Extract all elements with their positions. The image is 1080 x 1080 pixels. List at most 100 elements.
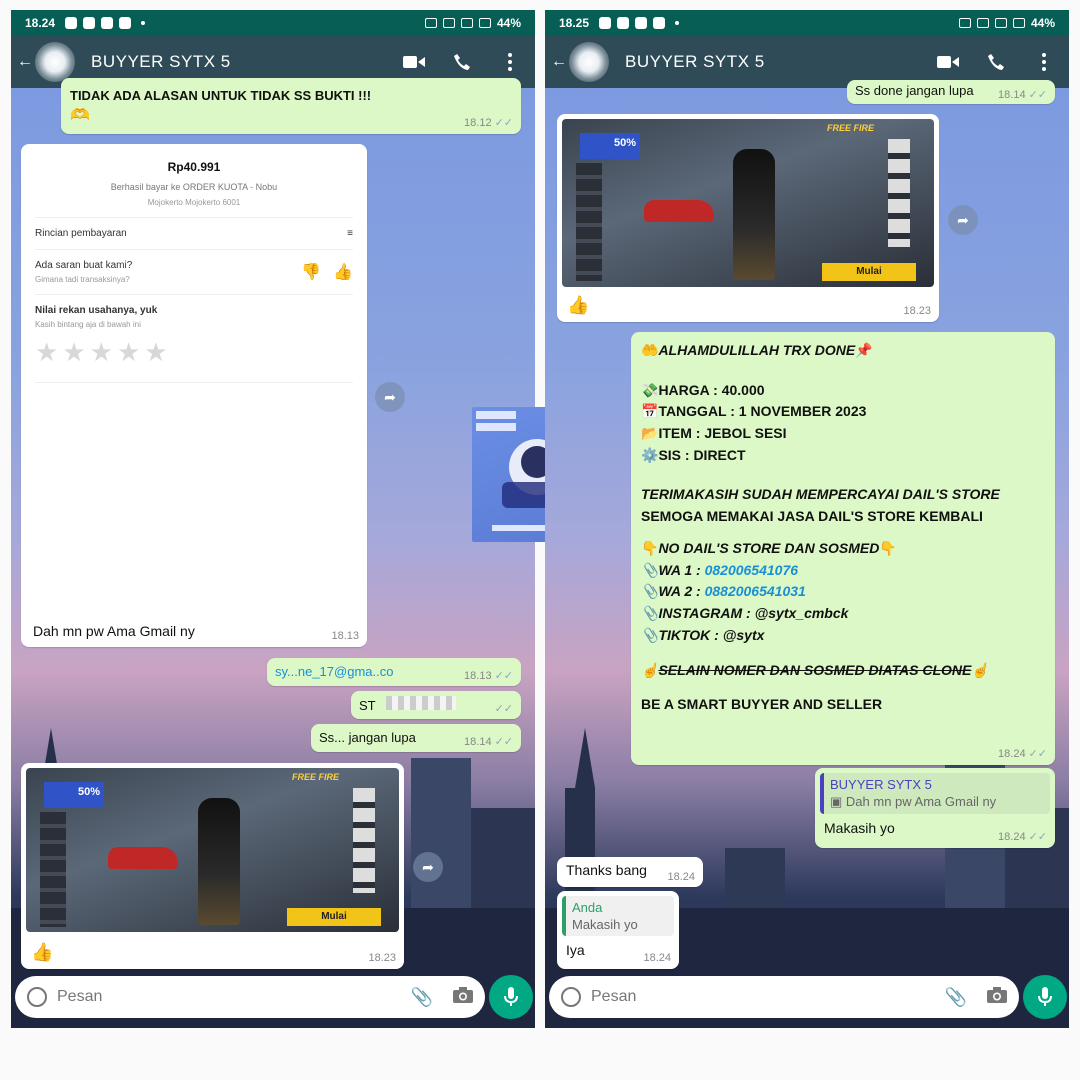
mic-button[interactable] [489,975,533,1019]
left-chat-screen: 18.24 44% ← BUYYER SYTX 5 TIDAK ADA ALAS… [11,10,535,1028]
incoming-image-message[interactable]: 50% FREE FIRE Mulai 👍 18.23 [21,763,404,969]
outgoing-message[interactable]: sy...ne_17@gma..co 18.13 ✓✓ [267,658,521,686]
star-rating: ★ ★ ★ ★ ★ [35,337,353,368]
incoming-message[interactable]: Thanks bang 18.24 [557,857,703,887]
quoted-text: Makasih yo [572,917,638,932]
thumbs-down-icon: 👎 [301,264,322,281]
bullet-icon: 📎 [641,561,659,578]
thumbs-up-emoji: 👍 [31,942,54,962]
message-time: 18.12 ✓✓ [464,117,513,129]
message-input[interactable]: Pesan 📎 [15,976,485,1018]
cast-icon [442,18,455,28]
gear-icon: ⚙️ [641,446,659,463]
receipt-subtitle: Mojokerto Mojokerto 6001 [147,198,241,207]
attach-icon[interactable]: 📎 [945,987,967,1008]
message-input[interactable]: Pesan 📎 [549,976,1019,1018]
game-start-button: Mulai [287,908,381,926]
outgoing-reply-message[interactable]: BUYYER SYTX 5 ▣ Dah mn pw Ama Gmail ny M… [815,768,1055,848]
star-icon: ★ [89,337,113,367]
menu-kebab-icon[interactable] [499,51,521,73]
incoming-reply-message[interactable]: Anda Makasih yo Iya 18.24 [557,891,679,969]
camera-icon[interactable] [987,986,1007,1008]
message-time: 18.23 [903,305,931,317]
message-time: 18.24 [643,952,671,964]
feedback-title: Ada saran buat kami? [35,260,133,271]
cast-icon [976,18,989,28]
outgoing-message-redacted[interactable]: ST ✓✓ [351,691,521,719]
notification-icon [599,17,612,29]
promo-badge: 50% [580,133,640,159]
game-screenshot[interactable]: 50% FREE FIRE Mulai [26,768,399,932]
receipt-amount: Rp40.991 [167,160,221,174]
contact-avatar[interactable] [567,40,611,84]
read-receipt-icon: ✓✓ [1028,89,1047,101]
wa2-link[interactable]: 0882006541031 [705,583,806,599]
status-bar: 18.25 44% [545,10,1069,36]
star-icon: ★ [62,337,86,367]
read-receipt-icon: ✓✓ [494,117,513,129]
quoted-author: Anda [572,900,603,915]
point-up-icon: ☝️ [971,662,989,679]
tiktok-handle: TIKTOK : @sytx [658,626,765,643]
closing-line: BE A SMART BUYYER AND SELLER [641,695,883,712]
image-caption: Dah mn pw Ama Gmail ny [33,623,195,639]
read-receipt-icon: ✓✓ [494,703,513,715]
mic-icon [1038,987,1052,1006]
incoming-image-message[interactable]: 50% FREE FIRE Mulai 👍 18.23 [557,114,939,322]
receipt-system: SIS : DIRECT [658,446,746,463]
message-time: 18.24 [998,748,1026,760]
status-bar: 18.24 44% [11,10,535,36]
emoji-icon[interactable] [561,987,581,1007]
forward-icon[interactable]: ➦ [948,205,978,235]
rate-title: Nilai rekan usahanya, yuk [35,305,158,316]
quoted-text: Dah mn pw Ama Gmail ny [845,794,997,809]
message-time: 18.13 [331,630,359,642]
game-screenshot[interactable]: 50% FREE FIRE Mulai [562,119,934,287]
more-notifications-dot [675,21,680,25]
video-call-icon[interactable] [403,51,425,73]
calendar-icon: 📅 [641,403,659,420]
voice-call-icon[interactable] [985,51,1007,73]
mic-button[interactable] [1023,975,1067,1019]
back-arrow-icon[interactable]: ← [17,53,33,71]
wa1-link[interactable]: 082006541076 [705,562,798,578]
video-call-icon[interactable] [937,51,959,73]
camera-icon[interactable] [453,986,473,1008]
receipt-date: TANGGAL : 1 NOVEMBER 2023 [658,403,867,420]
emoji-icon[interactable] [27,987,47,1007]
read-receipt-icon: ✓✓ [494,736,513,748]
right-chat-screen: 18.25 44% ← BUYYER SYTX 5 Ss done jangan… [545,10,1069,1028]
status-time: 18.24 [25,16,56,30]
notification-icon [617,17,630,29]
outgoing-message[interactable]: Ss... jangan lupa 18.14 ✓✓ [311,724,521,752]
message-time: 18.14 [464,736,492,748]
attach-icon[interactable]: 📎 [411,987,433,1008]
hotspot-icon [994,18,1007,28]
back-arrow-icon[interactable]: ← [551,53,567,71]
forward-icon[interactable]: ➦ [413,852,443,882]
contact-name[interactable]: BUYYER SYTX 5 [91,52,231,72]
outgoing-message-cut[interactable]: TIDAK ADA ALASAN UNTUK TIDAK SS BUKTI !!… [61,78,521,134]
outgoing-transaction-receipt[interactable]: 🤲ALHAMDULILLAH TRX DONE📌 💸HARGA : 40.000… [631,332,1055,765]
message-time: 18.13 [464,670,492,682]
forward-icon[interactable]: ➦ [375,382,405,412]
email-link[interactable]: sy...ne_17@gma..co [275,664,393,679]
quoted-message[interactable]: BUYYER SYTX 5 ▣ Dah mn pw Ama Gmail ny [820,773,1050,814]
game-logo: FREE FIRE [291,772,339,782]
folder-icon: 📂 [641,425,659,442]
bullet-icon: 📎 [641,626,659,643]
game-logo: FREE FIRE [826,123,874,133]
promo-badge: 50% [44,782,104,808]
menu-kebab-icon[interactable] [1033,51,1055,73]
incoming-image-message[interactable]: Rp40.991 Berhasil bayar ke ORDER KUOTA -… [21,144,367,647]
input-placeholder: Pesan [57,988,103,1005]
redaction-mask [385,696,456,710]
quoted-message[interactable]: Anda Makasih yo [562,896,674,936]
star-icon: ★ [35,337,59,367]
point-down-icon: 👇 [879,539,897,556]
voice-call-icon[interactable] [451,51,473,73]
contact-name[interactable]: BUYYER SYTX 5 [625,52,765,72]
message-text: Ss... jangan lupa [319,730,416,745]
hands-emoji: 🤲 [641,342,659,358]
outgoing-message-cut[interactable]: Ss done jangan lupa 18.14 ✓✓ [847,80,1055,104]
